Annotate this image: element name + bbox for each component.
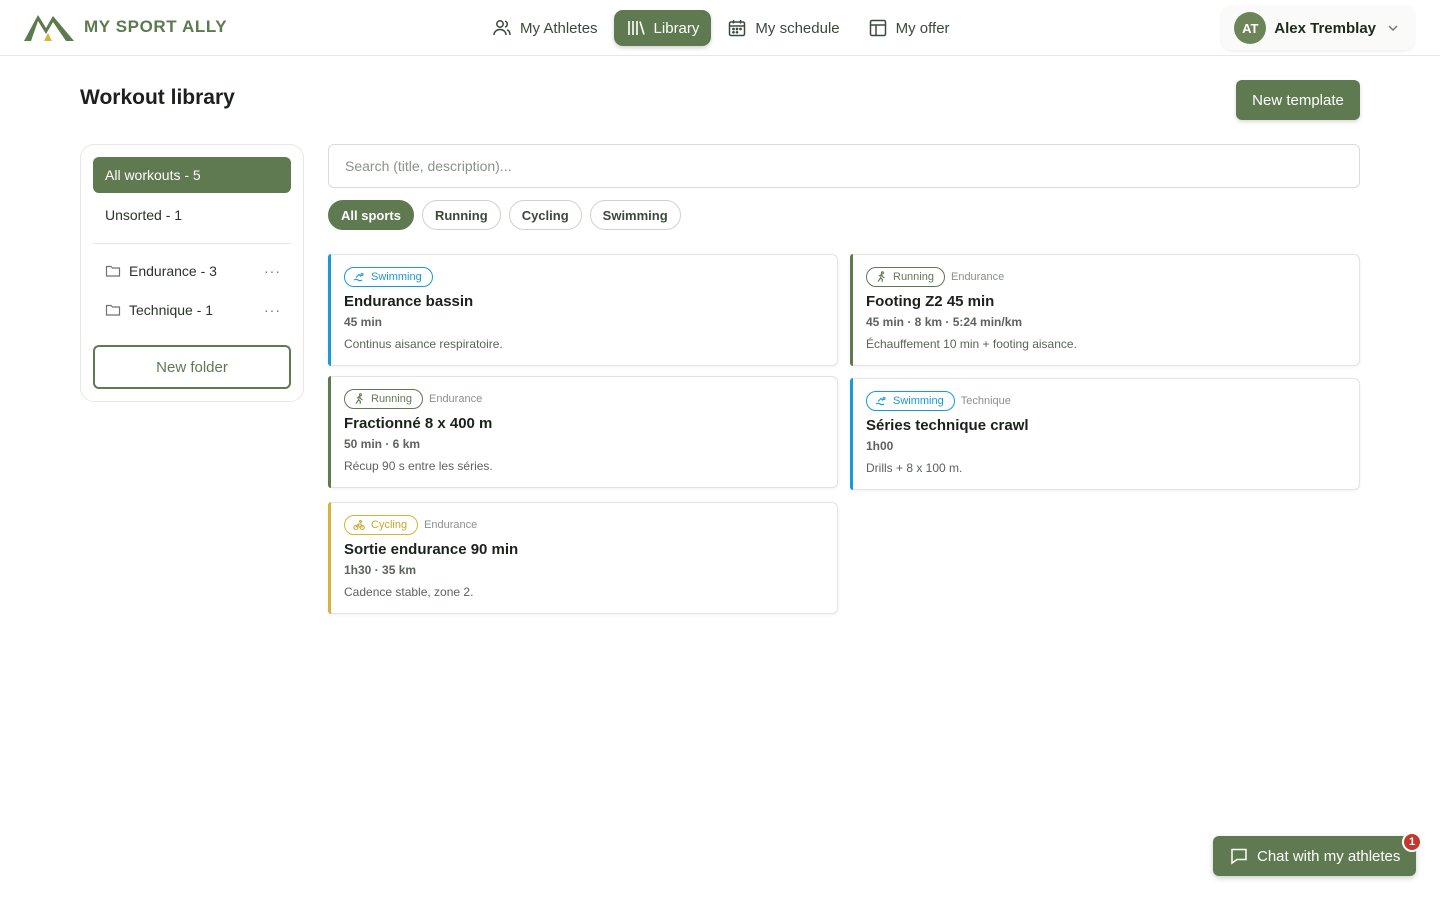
brand-name: MY SPORT ALLY <box>84 17 228 36</box>
top-bar: MY SPORT ALLY My Athletes Library My sch… <box>0 0 1440 56</box>
workout-card[interactable]: Running Endurance Fractionné 8 x 400 m 5… <box>328 376 838 488</box>
main-nav: My Athletes Library My schedule My offer <box>480 10 966 46</box>
folder-label: Technique - 1 <box>129 302 214 318</box>
calendar-icon <box>729 20 746 37</box>
sport-color-bar <box>850 378 853 490</box>
chat-with-athletes-button[interactable]: Chat with my athletes 1 <box>1213 832 1422 876</box>
avatar: AT <box>1234 12 1267 44</box>
folder-all-workouts[interactable]: All workouts - 5 <box>93 157 291 193</box>
workout-card[interactable]: Cycling Endurance Sortie endurance 90 mi… <box>328 502 838 614</box>
folder-sidebar: All workouts - 5 Unsorted - 1 Endurance … <box>80 144 304 402</box>
cycling-icon <box>353 520 365 531</box>
workout-card[interactable]: Swimming Endurance bassin 45 min Continu… <box>328 254 838 366</box>
sport-color-bar <box>328 254 331 366</box>
new-template-button[interactable]: New template <box>1236 80 1360 120</box>
nav-label: My offer <box>895 19 950 37</box>
sport-color-bar <box>328 502 331 614</box>
workout-description: Continus aisance respiratoire. <box>344 337 503 351</box>
users-icon <box>493 20 511 36</box>
workout-description: Cadence stable, zone 2. <box>344 585 474 599</box>
chat-label: Chat with my athletes <box>1257 847 1401 865</box>
more-options-icon[interactable]: ··· <box>264 263 281 279</box>
swimming-icon <box>875 396 886 406</box>
folder-tag: Endurance <box>428 393 483 405</box>
workout-title: Sortie endurance 90 min <box>344 541 519 558</box>
nav-my-athletes[interactable]: My Athletes <box>480 10 610 46</box>
sport-tag: Swimming <box>344 267 433 287</box>
divider <box>93 243 291 244</box>
folder-technique[interactable]: Technique - 1 ··· <box>93 292 291 328</box>
folder-icon <box>105 304 121 316</box>
user-menu[interactable]: AT Alex Tremblay <box>1222 6 1414 50</box>
sport-tag: Running <box>344 389 423 409</box>
more-options-icon[interactable]: ··· <box>264 302 281 318</box>
folder-endurance[interactable]: Endurance - 3 ··· <box>93 253 291 289</box>
sport-tag: Swimming <box>866 391 955 411</box>
layout-icon <box>869 19 886 37</box>
workout-meta: 1h00 <box>866 439 894 453</box>
filter-all-sports[interactable]: All sports <box>328 200 414 230</box>
folder-tag: Endurance <box>424 519 478 531</box>
page-title: Workout library <box>80 86 235 109</box>
running-icon <box>877 271 885 283</box>
workout-meta: 1h30 · 35 km <box>344 563 417 577</box>
mountain-logo-icon <box>24 15 74 41</box>
workout-card[interactable]: Running Endurance Footing Z2 45 min 45 m… <box>850 254 1360 366</box>
sport-color-bar <box>328 376 331 488</box>
workout-card[interactable]: Swimming Technique Séries technique craw… <box>850 378 1360 490</box>
nav-my-schedule[interactable]: My schedule <box>715 10 851 46</box>
running-icon <box>355 393 363 405</box>
sport-color-bar <box>850 254 853 366</box>
notification-badge: 1 <box>1402 832 1422 852</box>
search-input[interactable] <box>328 144 1360 188</box>
workout-title: Footing Z2 45 min <box>866 293 995 310</box>
library-icon <box>627 21 645 35</box>
nav-library[interactable]: Library <box>613 10 712 46</box>
sport-tag: Cycling <box>344 515 419 535</box>
workout-description: Récup 90 s entre les séries. <box>344 459 493 473</box>
nav-label: My Athletes <box>520 19 598 37</box>
chevron-down-icon <box>1388 25 1398 31</box>
folder-label: Endurance - 3 <box>129 263 217 279</box>
nav-my-offer[interactable]: My offer <box>856 10 962 46</box>
chat-bubble-icon <box>1231 848 1247 865</box>
filter-running[interactable]: Running <box>421 200 501 230</box>
workout-title: Séries technique crawl <box>866 417 1029 434</box>
new-folder-button[interactable]: New folder <box>93 345 291 389</box>
sport-tag: Running <box>866 267 945 287</box>
workout-description: Drills + 8 x 100 m. <box>866 461 963 475</box>
swimming-icon <box>353 272 364 282</box>
folder-icon <box>105 265 121 277</box>
workout-title: Fractionné 8 x 400 m <box>344 415 493 432</box>
folder-tag: Technique <box>960 395 1011 407</box>
user-name: Alex Tremblay <box>1274 19 1376 37</box>
sport-filters: All sports Running Cycling Swimming <box>328 200 689 230</box>
workout-meta: 45 min · 8 km · 5:24 min/km <box>866 315 1023 329</box>
folder-unsorted[interactable]: Unsorted - 1 <box>93 197 291 233</box>
filter-cycling[interactable]: Cycling <box>508 200 582 230</box>
logo[interactable]: MY SPORT ALLY <box>24 12 227 42</box>
folder-tag: Endurance <box>950 271 1005 283</box>
workout-title: Endurance bassin <box>344 293 474 310</box>
nav-label: Library <box>653 19 700 37</box>
workout-meta: 50 min · 6 km <box>344 437 421 451</box>
workout-description: Échauffement 10 min + footing aisance. <box>866 337 1077 351</box>
workout-meta: 45 min <box>344 315 383 329</box>
filter-swimming[interactable]: Swimming <box>589 200 681 230</box>
nav-label: My schedule <box>755 19 840 37</box>
